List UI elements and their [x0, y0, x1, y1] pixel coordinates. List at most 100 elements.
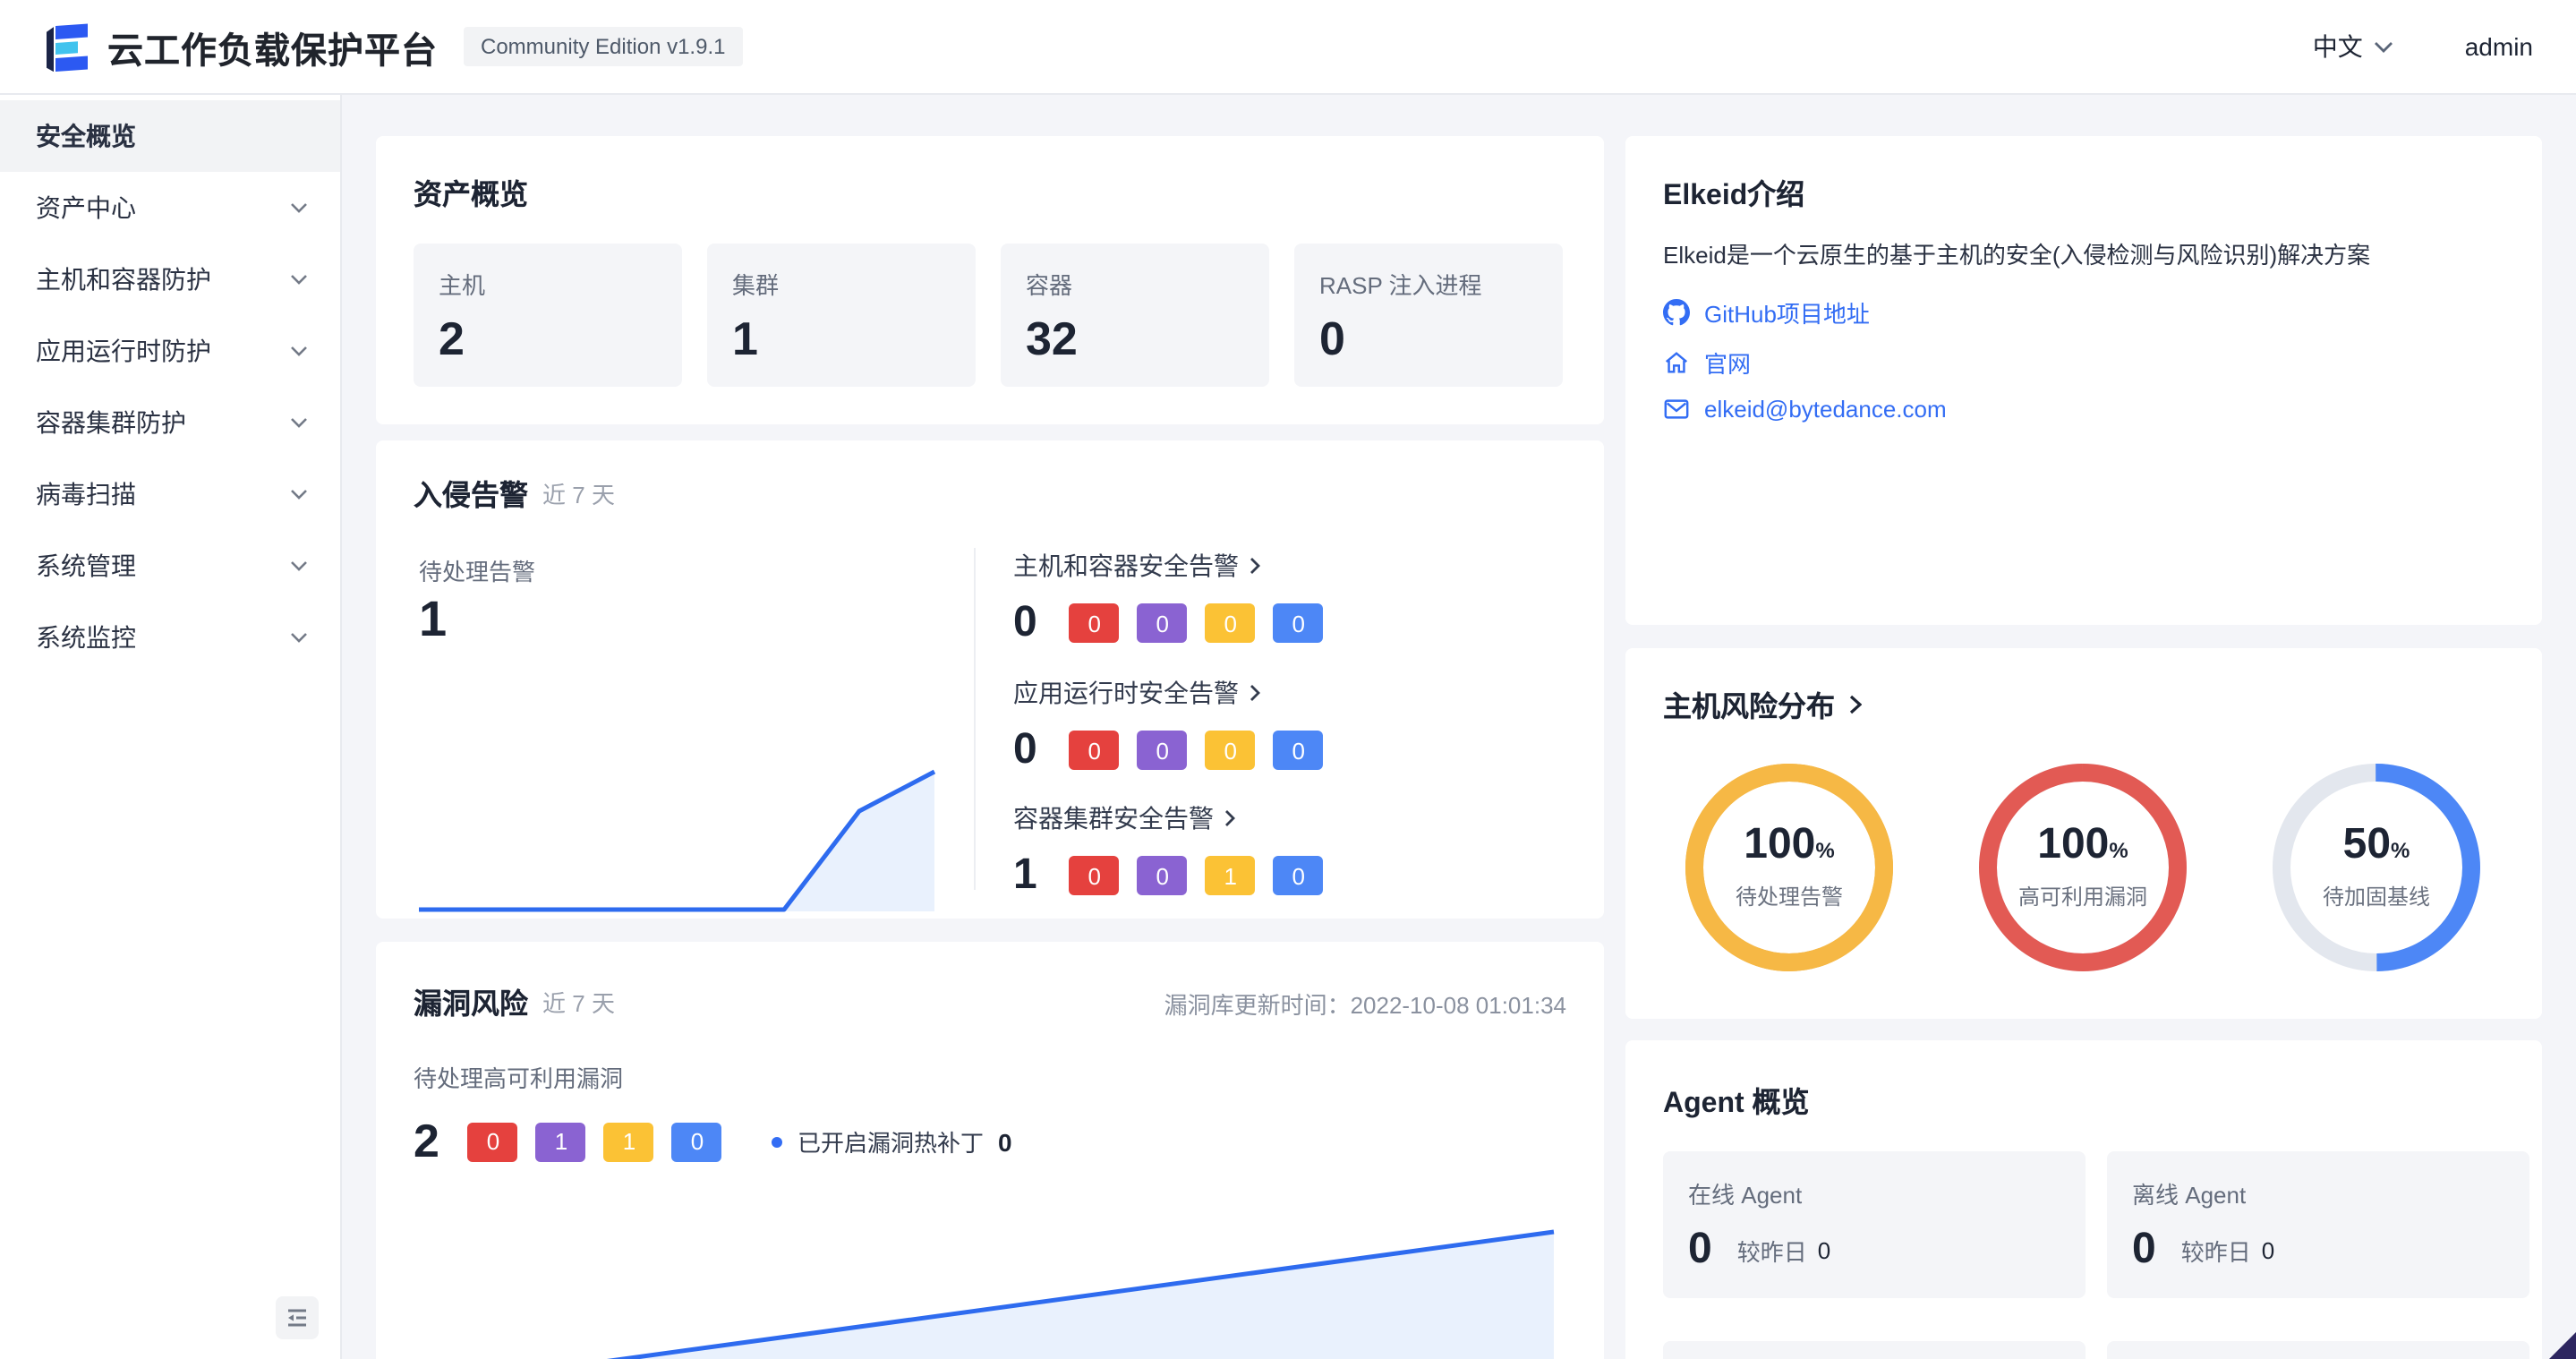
- vulnerability-risk-card: 漏洞风险 近 7 天 漏洞库更新时间：2022-10-08 01:01:34 待…: [376, 942, 1604, 1359]
- elkeid-description: Elkeid是一个云原生的基于主机的安全(入侵检测与风险识别)解决方案: [1663, 238, 2508, 272]
- email-link-label: elkeid@bytedance.com: [1704, 396, 1947, 423]
- alert-group-link[interactable]: 容器集群安全告警: [1013, 800, 1324, 836]
- vulnerability-subtitle: 近 7 天: [542, 984, 615, 1018]
- pending-alerts-value: 1: [419, 591, 447, 648]
- agent-box-partial: [1663, 1341, 2086, 1359]
- ring-center: 50% 待加固基线: [2272, 763, 2481, 972]
- hotpatch-value: 0: [998, 1127, 1012, 1156]
- chevron-down-icon: [290, 560, 308, 571]
- intrusion-chart-area: [419, 772, 934, 911]
- asset-stats: 主机 2 集群 1 容器 32 RASP 注入进程 0: [414, 244, 1563, 387]
- mail-icon: [1663, 396, 1690, 423]
- pending-vuln-label: 待处理高可利用漏洞: [414, 1060, 623, 1094]
- stat-label: 容器: [1026, 267, 1244, 301]
- stat-value: 0: [1319, 312, 1538, 367]
- sidebar-item-label: 主机和容器防护: [36, 261, 211, 297]
- badge-high: 1: [536, 1122, 586, 1161]
- alert-group-badges: 0 0 0 0 0: [1013, 598, 1324, 648]
- ring-baseline-hardening: 50% 待加固基线: [2272, 763, 2481, 972]
- agent-delta-label: 较昨日: [1737, 1233, 1807, 1267]
- stat-label: 集群: [732, 267, 951, 301]
- alert-total: 1: [1013, 850, 1037, 901]
- sidebar-item-app-runtime-protection[interactable]: 应用运行时防护: [0, 315, 340, 387]
- website-link-label: 官网: [1704, 346, 1751, 380]
- ring-exploitable-vulns: 100% 高可利用漏洞: [1978, 763, 2188, 972]
- sidebar-item-virus-scan[interactable]: 病毒扫描: [0, 458, 340, 530]
- sidebar-item-asset-center[interactable]: 资产中心: [0, 172, 340, 244]
- sidebar-item-label: 病毒扫描: [36, 476, 136, 512]
- vuln-db-update-time: 漏洞库更新时间：2022-10-08 01:01:34: [1164, 987, 1566, 1021]
- badge-medium: 1: [604, 1122, 654, 1161]
- agent-stats-row: 在线 Agent 0 较昨日 0 离线 Agent 0 较昨日 0: [1663, 1151, 2529, 1298]
- chevron-right-icon: [1250, 557, 1260, 575]
- hotpatch-dot-icon: [772, 1136, 783, 1147]
- agent-delta-value: 0: [2262, 1236, 2274, 1263]
- badge-medium: 0: [1206, 603, 1256, 643]
- menu-fold-icon: [283, 1303, 311, 1332]
- badge-high: 0: [1138, 603, 1188, 643]
- host-risk-title-link[interactable]: 主机风险分布: [1663, 682, 1862, 725]
- language-switcher[interactable]: 中文: [2313, 29, 2393, 64]
- sidebar-item-system-monitor[interactable]: 系统监控: [0, 602, 340, 673]
- alert-group-link[interactable]: 应用运行时安全告警: [1013, 675, 1324, 711]
- alert-group-badges: 1 0 0 1 0: [1013, 850, 1324, 901]
- ring-percent-unit: %: [2391, 838, 2410, 863]
- chevron-down-icon: [290, 489, 308, 500]
- host-risk-title-text: 主机风险分布: [1663, 682, 1835, 725]
- asset-overview-card: 资产概览 主机 2 集群 1 容器 32 RASP 注入进程 0: [376, 136, 1604, 424]
- intrusion-title: 入侵告警 近 7 天: [414, 471, 615, 514]
- stat-label: 主机: [439, 267, 657, 301]
- language-label: 中文: [2313, 29, 2363, 64]
- badge-high: 0: [1138, 856, 1188, 895]
- floating-corner-widget[interactable]: [2549, 1332, 2576, 1359]
- sidebar-item-label: 容器集群防护: [36, 405, 186, 440]
- website-link[interactable]: 官网: [1663, 346, 1751, 380]
- intrusion-alert-card: 入侵告警 近 7 天 待处理告警 1 主机和容器安全告警 0 0: [376, 440, 1604, 919]
- chevron-down-icon: [290, 632, 308, 643]
- sidebar: 安全概览 资产中心 主机和容器防护 应用运行时防护 容器集群防护 病毒扫描 系统…: [0, 95, 342, 1359]
- alert-group-cluster: 容器集群安全告警 1 0 0 1 0: [1013, 800, 1324, 901]
- ring-label: 待加固基线: [2323, 881, 2430, 911]
- chevron-down-icon: [290, 417, 308, 428]
- sidebar-item-label: 应用运行时防护: [36, 333, 211, 369]
- hotpatch-label: 已开启漏洞热补丁: [798, 1124, 984, 1158]
- stat-value: 32: [1026, 312, 1244, 367]
- elkeid-intro-title: Elkeid介绍: [1663, 170, 1804, 213]
- sidebar-item-security-overview[interactable]: 安全概览: [0, 100, 340, 172]
- pending-vuln-value: 2: [414, 1114, 439, 1169]
- email-link[interactable]: elkeid@bytedance.com: [1663, 396, 1947, 423]
- chevron-right-icon: [1224, 809, 1235, 827]
- user-menu[interactable]: admin: [2465, 32, 2533, 61]
- badge-critical: 0: [1070, 603, 1120, 643]
- stat-label: RASP 注入进程: [1319, 267, 1538, 301]
- offline-agent-box: 离线 Agent 0 较昨日 0: [2107, 1151, 2529, 1298]
- ring-percent: 50: [2343, 820, 2391, 868]
- ring-percent-unit: %: [1815, 838, 1834, 863]
- chevron-down-icon: [290, 346, 308, 356]
- pending-alerts-label: 待处理告警: [419, 553, 535, 587]
- alert-group-link[interactable]: 主机和容器安全告警: [1013, 548, 1324, 584]
- sidebar-item-host-container-protection[interactable]: 主机和容器防护: [0, 244, 340, 315]
- ring-center: 100% 高可利用漏洞: [1978, 763, 2188, 972]
- alert-group-label: 容器集群安全告警: [1013, 800, 1214, 836]
- alert-total: 0: [1013, 598, 1037, 648]
- github-link[interactable]: GitHub项目地址: [1663, 295, 1870, 329]
- badge-low: 0: [1274, 731, 1324, 770]
- elkeid-intro-card: Elkeid介绍 Elkeid是一个云原生的基于主机的安全(入侵检测与风险识别)…: [1625, 136, 2542, 625]
- app-logo: 云工作负载保护平台: [43, 21, 438, 73]
- alert-group-label: 主机和容器安全告警: [1013, 548, 1239, 584]
- app-window: 云工作负载保护平台 Community Edition v1.9.1 中文 ad…: [0, 0, 2576, 1359]
- github-icon: [1663, 299, 1690, 326]
- ring-label: 待处理告警: [1736, 881, 1843, 911]
- elkeid-logo-icon: [43, 22, 90, 71]
- sidebar-item-system-management[interactable]: 系统管理: [0, 530, 340, 602]
- sidebar-item-cluster-protection[interactable]: 容器集群防护: [0, 387, 340, 458]
- home-icon: [1663, 349, 1690, 376]
- asset-overview-title: 资产概览: [414, 170, 528, 213]
- sidebar-item-label: 资产中心: [36, 190, 136, 226]
- badge-high: 0: [1138, 731, 1188, 770]
- vulnerability-title-text: 漏洞风险: [414, 979, 528, 1022]
- agent-stats-row-2: [1663, 1341, 2529, 1359]
- sidebar-collapse-button[interactable]: [276, 1296, 319, 1339]
- host-risk-card: 主机风险分布 100% 待处理告警: [1625, 648, 2542, 1019]
